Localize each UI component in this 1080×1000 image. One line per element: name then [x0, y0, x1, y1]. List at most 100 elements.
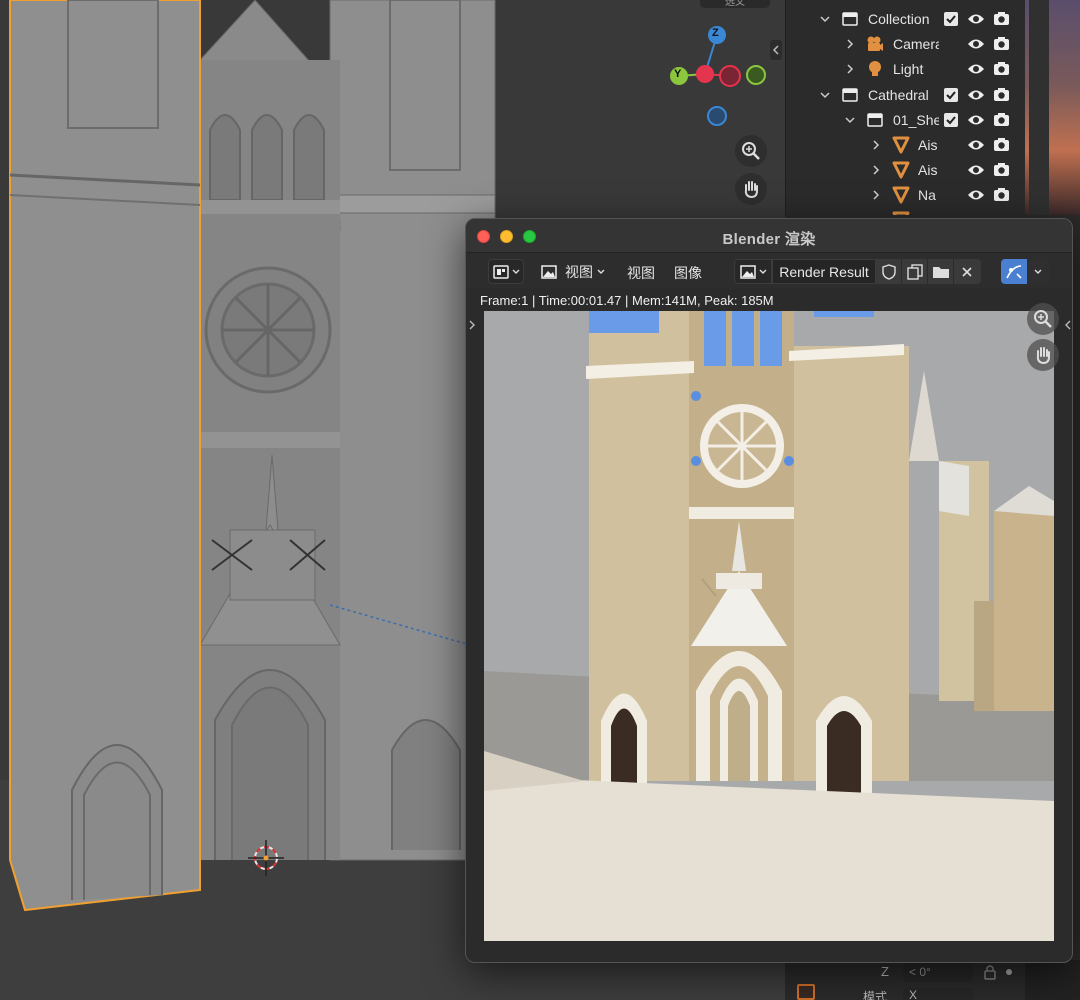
checkbox[interactable] [944, 11, 958, 26]
view-mode-dropdown[interactable]: 视图 [536, 259, 610, 284]
outliner-row-mesh[interactable]: T [786, 207, 1025, 215]
render-stats: Frame:1 | Time:00:01.47 | Mem:141M, Peak… [480, 293, 774, 308]
checkbox[interactable] [944, 87, 958, 102]
checkbox[interactable] [944, 112, 958, 127]
chevron-left-icon [772, 45, 779, 55]
render-camera-icon[interactable] [993, 61, 1010, 76]
eye-icon[interactable] [967, 62, 985, 76]
render-window[interactable]: Blender 渲染 视图 视图 图像 Render Result Frame:… [465, 218, 1073, 963]
cathedral-model[interactable] [9, 0, 496, 912]
mesh-icon [892, 211, 910, 215]
image-icon [541, 264, 557, 279]
axis-z-label: Z [712, 27, 719, 39]
chevron-right-icon[interactable] [844, 63, 856, 75]
background-wallpaper-strip [1025, 960, 1080, 1000]
chevron-right-icon [469, 320, 475, 330]
pan-button[interactable] [735, 173, 767, 205]
sidebar-toggle[interactable] [770, 40, 782, 60]
zoom-button[interactable] [1027, 303, 1059, 335]
eye-icon[interactable] [967, 163, 985, 177]
header-fragment[interactable]: 选文 [700, 0, 770, 8]
chevron-right-icon[interactable] [870, 164, 882, 176]
eye-icon[interactable] [967, 12, 985, 26]
render-camera-icon[interactable] [993, 112, 1010, 127]
zoom-button[interactable] [735, 135, 767, 167]
chevron-right-icon[interactable] [870, 139, 882, 151]
render-result-image[interactable] [484, 311, 1054, 941]
outliner-row-camera[interactable]: Camera [786, 31, 1025, 56]
image-name-field[interactable]: Render Result [772, 259, 876, 284]
outliner-row-light[interactable]: Light [786, 56, 1025, 81]
collection-icon [867, 112, 883, 127]
chevron-down-icon [1034, 269, 1042, 274]
background-wallpaper-strip [1025, 0, 1080, 215]
duplicate-image-button[interactable] [902, 259, 928, 284]
keyframe-dot-icon[interactable] [1005, 968, 1013, 976]
render-camera-icon[interactable] [993, 137, 1010, 152]
check-icon [946, 90, 956, 99]
eye-icon[interactable] [967, 188, 985, 202]
chevron-left-icon [1065, 320, 1071, 330]
check-icon [946, 115, 956, 124]
eye-icon[interactable] [967, 37, 985, 51]
shield-icon [881, 263, 896, 280]
mode-field[interactable]: X [903, 988, 973, 1000]
toolbar-toggle[interactable] [466, 315, 478, 335]
outliner-row-01-she[interactable]: 01_She [786, 107, 1025, 132]
rendered-cathedral-image [484, 311, 1054, 941]
object-properties-icon[interactable] [797, 984, 815, 1000]
editor-type-dropdown[interactable] [488, 259, 524, 284]
outliner-row-cathedral[interactable]: Cathedral [786, 82, 1025, 107]
display-channels-dropdown[interactable] [1027, 259, 1049, 284]
render-camera-icon[interactable] [993, 87, 1010, 102]
image-browse-dropdown[interactable] [734, 259, 772, 284]
chevron-down-icon[interactable] [844, 114, 856, 126]
eye-icon[interactable] [967, 113, 985, 127]
unlink-image-button[interactable] [954, 259, 980, 284]
menu-image[interactable]: 图像 [674, 263, 702, 283]
properties-tab-strip[interactable] [1029, 0, 1049, 215]
zoom-icon [1034, 310, 1052, 328]
sidebar-toggle[interactable] [1062, 315, 1072, 335]
mesh-icon [892, 136, 910, 153]
close-icon [962, 266, 972, 277]
render-camera-icon[interactable] [993, 11, 1010, 26]
curve-icon [1006, 264, 1022, 279]
open-image-button[interactable] [928, 259, 954, 284]
render-camera-icon[interactable] [993, 36, 1010, 51]
eye-icon[interactable] [967, 88, 985, 102]
pan-button[interactable] [1027, 339, 1059, 371]
chevron-right-icon[interactable] [870, 189, 882, 201]
outliner-row-mesh[interactable]: Na [786, 182, 1025, 207]
image-editor-header[interactable]: 视图 视图 图像 Render Result [466, 253, 1072, 289]
outliner-row-collection[interactable]: Collection [786, 6, 1025, 31]
menu-view[interactable]: 视图 [627, 263, 655, 283]
light-bulb-icon [869, 60, 881, 76]
hand-icon [744, 181, 758, 199]
chevron-down-icon[interactable] [819, 89, 831, 101]
outliner-row-mesh[interactable]: Ais [786, 132, 1025, 157]
properties-panel[interactable]: Z < 0° 模式 X [785, 960, 1025, 1000]
folder-icon [932, 266, 949, 278]
zoom-icon [742, 142, 760, 160]
outliner-row-mesh[interactable]: Ais [786, 157, 1025, 182]
mode-label: 模式 [863, 990, 888, 1000]
rotation-z-field[interactable]: < 0° [903, 962, 973, 982]
rotation-z-label: Z [881, 964, 889, 979]
display-channels-button[interactable] [1001, 259, 1027, 284]
image-editor-icon [492, 264, 509, 279]
render-window-titlebar[interactable]: Blender 渲染 [466, 219, 1072, 253]
mesh-icon [892, 161, 910, 178]
image-actions-group[interactable] [876, 259, 981, 284]
image-icon [739, 264, 756, 279]
render-camera-icon[interactable] [993, 187, 1010, 202]
axis-neg-x-icon [719, 65, 741, 87]
lock-icon[interactable] [983, 964, 997, 980]
render-camera-icon[interactable] [993, 162, 1010, 177]
axis-neg-y-icon [746, 65, 766, 85]
chevron-down-icon[interactable] [819, 13, 831, 25]
chevron-right-icon[interactable] [844, 38, 856, 50]
fake-user-button[interactable] [876, 259, 902, 284]
outliner-panel[interactable]: Collection Camera Light Cathedral 01_She [785, 0, 1025, 215]
eye-icon[interactable] [967, 138, 985, 152]
